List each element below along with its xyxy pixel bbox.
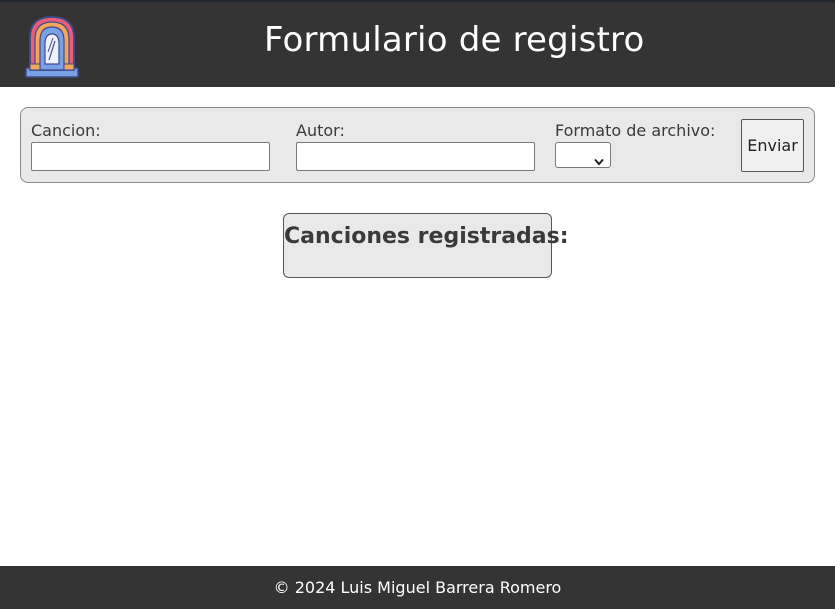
- registered-songs-panel: Canciones registradas:: [283, 213, 569, 278]
- format-label: Formato de archivo:: [555, 121, 716, 140]
- format-select[interactable]: [555, 142, 611, 168]
- author-input[interactable]: [296, 142, 535, 171]
- page: Formulario de registro Cancion: Autor: F…: [0, 0, 835, 609]
- header-bar: Formulario de registro: [0, 0, 835, 87]
- submit-button[interactable]: Enviar: [741, 119, 804, 172]
- song-label: Cancion:: [31, 121, 101, 140]
- jukebox-icon: [24, 14, 80, 78]
- song-input[interactable]: [31, 142, 270, 171]
- registered-songs-title: Canciones registradas:: [284, 224, 569, 249]
- page-title: Formulario de registro: [264, 20, 645, 60]
- author-label: Autor:: [296, 121, 345, 140]
- chevron-down-icon: [594, 151, 604, 166]
- footer-copyright: © 2024 Luis Miguel Barrera Romero: [273, 578, 562, 597]
- registration-form: Cancion: Autor: Formato de archivo: Envi…: [20, 107, 815, 183]
- footer-bar: © 2024 Luis Miguel Barrera Romero: [0, 566, 835, 609]
